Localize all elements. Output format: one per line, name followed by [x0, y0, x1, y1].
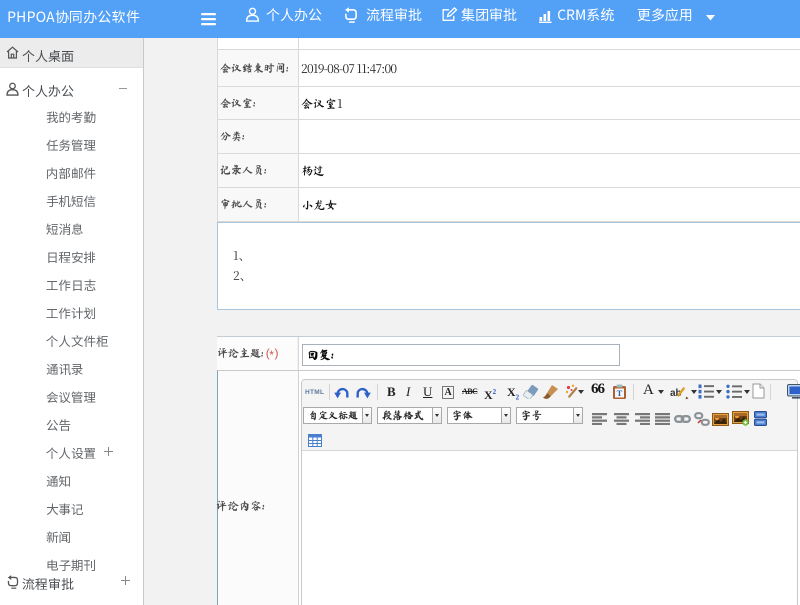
svg-text:T: T	[617, 388, 623, 398]
